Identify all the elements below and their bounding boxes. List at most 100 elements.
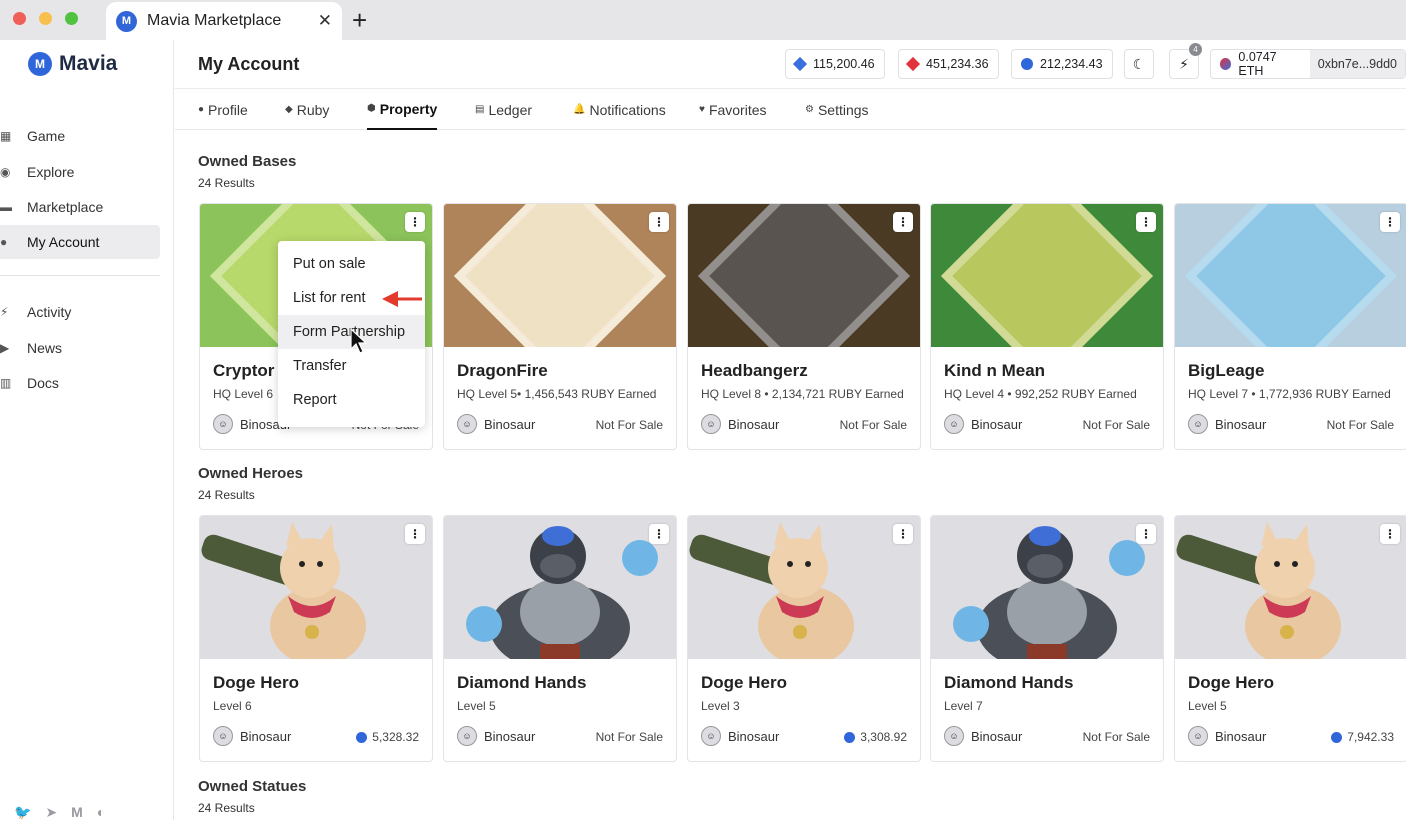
menu-transfer[interactable]: Transfer — [278, 349, 425, 383]
discord-icon[interactable]: ◐ — [97, 804, 105, 821]
base-card[interactable]: ⋮ Headbangerz HQ Level 8 • 2,134,721 RUB… — [687, 203, 921, 450]
wallet-address: 0xbn7e...9dd0 — [1309, 50, 1405, 78]
card-title: Kind n Mean — [944, 361, 1046, 380]
megaphone-icon: ▶ — [0, 341, 10, 355]
card-owner[interactable]: ☺ Binosaur — [944, 414, 1022, 434]
card-owner[interactable]: ☺ Binosaur — [1188, 726, 1266, 746]
base-card[interactable]: ⋮ DragonFire HQ Level 5• 1,456,543 RUBY … — [443, 203, 677, 450]
hero-image — [444, 516, 676, 659]
window-maximize-button[interactable] — [65, 12, 78, 25]
mavia-balance[interactable]: 212,234.43 — [1011, 49, 1113, 79]
card-owner[interactable]: ☺ Binosaur — [457, 726, 535, 746]
card-more-button[interactable]: ⋮ — [649, 212, 669, 232]
card-more-button[interactable]: ⋮ — [649, 524, 669, 544]
card-more-button[interactable]: ⋮ — [893, 524, 913, 544]
base-card[interactable]: ⋮ Kind n Mean HQ Level 4 • 992,252 RUBY … — [930, 203, 1164, 450]
sidebar-item-my-account[interactable]: ● My Account — [0, 225, 160, 259]
mavia-coin-icon — [844, 731, 856, 743]
telegram-icon[interactable]: ➤ — [45, 804, 57, 821]
medium-icon[interactable]: M — [71, 804, 83, 821]
window-close-button[interactable] — [13, 12, 26, 25]
hero-card[interactable]: ⋮ Doge Hero Level 6 ☺ Binosaur 5,328.32 — [199, 515, 433, 762]
card-more-button[interactable]: ⋮ — [1380, 524, 1400, 544]
hero-card[interactable]: ⋮ Diamond Hands Level 7 ☺ Binosaur Not F… — [930, 515, 1164, 762]
card-title: BigLeage — [1188, 361, 1265, 380]
tab-label: Ruby — [296, 101, 330, 118]
twitter-icon[interactable]: 🐦 — [14, 804, 31, 821]
avatar: ☺ — [701, 726, 721, 746]
hero-card[interactable]: ⋮ Diamond Hands Level 5 ☺ Binosaur Not F… — [443, 515, 677, 762]
sidebar-item-label: Docs — [27, 375, 59, 391]
avatar: ☺ — [213, 414, 233, 434]
mavia-value: 212,234.43 — [1040, 57, 1103, 71]
sidebar-item-marketplace[interactable]: ▬ Marketplace — [0, 190, 160, 224]
card-owner[interactable]: ☺ Binosaur — [213, 726, 291, 746]
window-minimize-button[interactable] — [39, 12, 52, 25]
card-status: Not For Sale — [840, 418, 907, 432]
tab-favorites[interactable]: ♥ Favorites — [699, 89, 767, 130]
card-more-button[interactable]: ⋮ — [1136, 524, 1156, 544]
tab-property[interactable]: ⬢ Property — [367, 89, 438, 130]
sidebar-divider — [0, 275, 160, 276]
card-owner[interactable]: ☺ Binosaur — [944, 726, 1022, 746]
menu-report[interactable]: Report — [278, 383, 425, 417]
notifications-button[interactable]: ⚡ 4 — [1169, 43, 1202, 79]
book-icon: ▥ — [0, 376, 12, 390]
ruby-value: 451,234.36 — [926, 57, 989, 71]
ruby-balance[interactable]: 451,234.36 — [898, 49, 999, 79]
grid-icon: ▦ — [0, 129, 12, 143]
sidebar-item-explore[interactable]: ◉ Explore — [0, 155, 160, 189]
tab-settings[interactable]: ⚙ Settings — [805, 89, 869, 130]
close-tab-icon[interactable]: ✕ — [318, 11, 332, 31]
more-vertical-icon: ⋮ — [653, 215, 665, 229]
hero-card[interactable]: ⋮ Doge Hero Level 3 ☺ Binosaur 3,308.92 — [687, 515, 921, 762]
sidebar-item-label: My Account — [27, 234, 100, 250]
new-tab-button[interactable]: + — [352, 6, 367, 34]
card-owner[interactable]: ☺ Binosaur — [1188, 414, 1266, 434]
page-title: My Account — [198, 54, 300, 74]
sidebar: M Mavia ▦ Game ◉ Explore ▬ Marketplace ● My Acc… — [0, 40, 174, 820]
browser-tab[interactable]: M Mavia Marketplace ✕ — [106, 2, 342, 40]
sidebar-item-news[interactable]: ▶ News — [0, 331, 160, 365]
wallet-button[interactable]: 0.0747 ETH 0xbn7e...9dd0 — [1210, 49, 1406, 79]
owned-bases-title: Owned Bases — [198, 153, 297, 170]
store-icon: ▬ — [0, 200, 12, 214]
blue-gem-icon — [792, 56, 808, 72]
tab-ruby[interactable]: ◆ Ruby — [285, 89, 329, 130]
card-more-button[interactable]: ⋮ — [893, 212, 913, 232]
blue-gem-balance[interactable]: 115,200.46 — [785, 49, 885, 79]
card-owner[interactable]: ☺ Binosaur — [457, 414, 535, 434]
sidebar-item-game[interactable]: ▦ Game — [0, 119, 160, 153]
card-more-button[interactable]: ⋮ — [1136, 212, 1156, 232]
header: My Account 115,200.46 451,234.36 212,234… — [175, 40, 1406, 89]
card-more-button[interactable]: ⋮ — [1380, 212, 1400, 232]
tab-profile[interactable]: ● Profile — [198, 89, 248, 130]
theme-toggle-button[interactable]: ☾ — [1124, 49, 1154, 79]
card-meta: HQ Level 7 • 1,772,936 RUBY Earned — [1188, 387, 1391, 401]
tab-label: Settings — [817, 101, 869, 118]
base-card[interactable]: ⋮ BigLeage HQ Level 7 • 1,772,936 RUBY E… — [1174, 203, 1406, 450]
owned-heroes-title: Owned Heroes — [198, 465, 304, 482]
ledger-icon: ▤ — [475, 104, 485, 115]
card-status: Not For Sale — [1327, 418, 1394, 432]
sidebar-item-activity[interactable]: ⚡ Activity — [0, 295, 160, 329]
sidebar-item-docs[interactable]: ▥ Docs — [0, 366, 160, 400]
eth-icon — [1220, 58, 1232, 70]
more-vertical-icon: ⋮ — [1140, 215, 1152, 229]
card-owner[interactable]: ☺ Binosaur — [701, 414, 779, 434]
card-more-button[interactable]: ⋮ — [405, 524, 425, 544]
browser-tab-bar: M Mavia Marketplace ✕ + — [0, 0, 1406, 40]
mavia-favicon-icon: M — [116, 10, 137, 32]
owner-name: Binosaur — [484, 416, 536, 432]
logo-text: Mavia — [59, 52, 118, 75]
gear-icon: ⚙ — [805, 104, 814, 115]
tab-notifications[interactable]: 🔔 Notifications — [573, 89, 666, 130]
card-owner[interactable]: ☺ Binosaur — [701, 726, 779, 746]
hero-card[interactable]: ⋮ Doge Hero Level 5 ☺ Binosaur 7,942.33 — [1174, 515, 1406, 762]
tab-ledger[interactable]: ▤ Ledger — [475, 89, 532, 130]
card-more-button[interactable]: ⋮ — [405, 212, 425, 232]
bolt-icon: ⚡ — [0, 305, 9, 319]
menu-put-on-sale[interactable]: Put on sale — [278, 247, 425, 281]
mavia-logo[interactable]: M Mavia — [28, 52, 117, 76]
hero-image — [200, 516, 432, 659]
